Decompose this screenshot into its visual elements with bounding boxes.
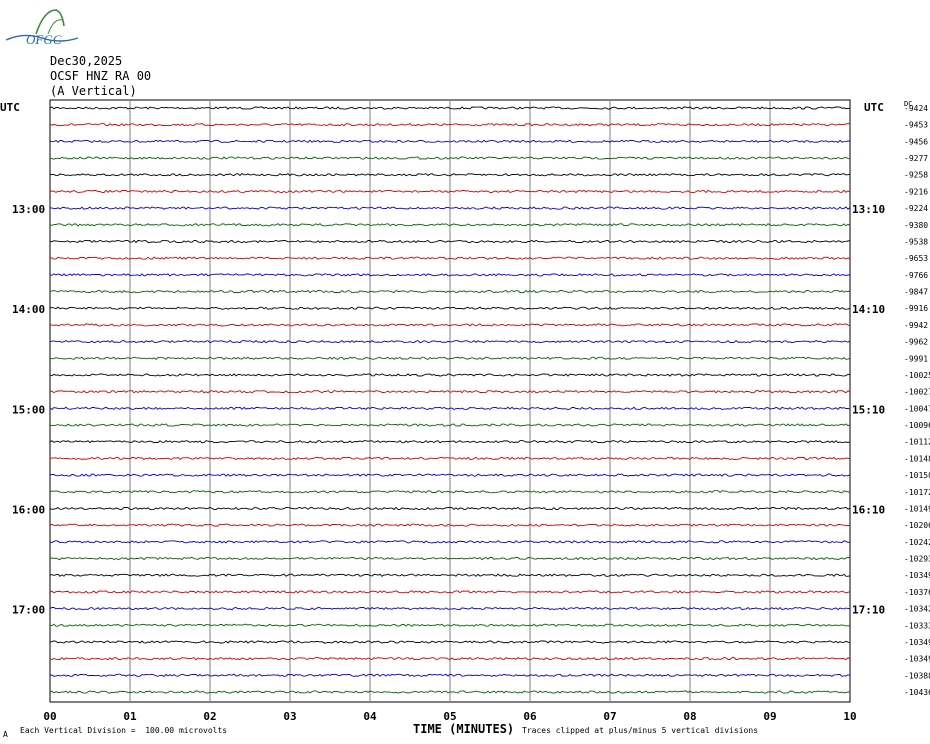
x-tick-label: 04	[363, 710, 377, 723]
dc-offset-label: -10342	[904, 605, 930, 614]
right-utc-label: UTC	[864, 101, 884, 114]
dc-header-label: DC	[904, 100, 912, 108]
left-time-label: 16:00	[12, 503, 45, 516]
dc-offset-label: -9653	[904, 254, 928, 263]
dc-offset-label: -9962	[904, 338, 928, 347]
date-label: Dec30,2025	[50, 54, 123, 68]
dc-offset-label: -10349	[904, 655, 930, 664]
right-time-label: 13:10	[852, 203, 885, 216]
dc-offset-label: -9847	[904, 288, 928, 297]
left-time-label: 14:00	[12, 303, 45, 316]
x-tick-label: 02	[203, 710, 216, 723]
x-tick-label: 03	[283, 710, 296, 723]
right-time-label: 15:10	[852, 403, 885, 416]
seismogram-plot: -9424-9453-9456-9277-9258-9216-9224-9380…	[0, 99, 930, 723]
dc-offset-label: -10172	[904, 488, 930, 497]
clip-note: Traces clipped at plus/minus 5 vertical …	[522, 726, 759, 735]
dc-offset-label: -9916	[904, 304, 928, 313]
left-time-label: 13:00	[12, 203, 45, 216]
right-time-label: 14:10	[852, 303, 885, 316]
dc-offset-label: -9258	[904, 171, 928, 180]
dc-offset-label: -10206	[904, 521, 930, 530]
left-time-label: 17:00	[12, 604, 45, 617]
right-time-label: 17:10	[852, 604, 885, 617]
dc-offset-label: -10112	[904, 438, 930, 447]
dc-offset-label: -10149	[904, 505, 930, 514]
dc-offset-label: -9942	[904, 321, 928, 330]
dc-offset-label: -9216	[904, 187, 928, 196]
dc-offset-label: -9766	[904, 271, 928, 280]
station-label: OCSF HNZ RA 00	[50, 69, 152, 83]
dc-offset-label: -10150	[904, 471, 930, 480]
x-tick-label: 07	[603, 710, 616, 723]
ofgc-logo: OFGC	[5, 9, 79, 46]
dc-offset-label: -10388	[904, 671, 930, 680]
dc-offset-label: -10436	[904, 688, 930, 697]
dc-offset-label: -9538	[904, 238, 928, 247]
dc-offset-label: -9991	[904, 354, 928, 363]
dc-offset-label: -9453	[904, 121, 928, 130]
dc-offset-label: -9456	[904, 137, 928, 146]
dc-offset-label: -9277	[904, 154, 928, 163]
left-utc-label: UTC	[0, 101, 20, 114]
right-time-label: 16:10	[852, 503, 885, 516]
x-tick-label: 00	[43, 710, 56, 723]
dc-offset-label: -9380	[904, 221, 928, 230]
dc-offset-label: -10349	[904, 638, 930, 647]
component-label: (A Vertical)	[50, 84, 137, 98]
x-tick-label: 06	[523, 710, 537, 723]
plot-grid	[49, 99, 851, 703]
corner-mark: A	[3, 730, 8, 739]
logo-text: OFGC	[26, 32, 62, 46]
left-time-label: 15:00	[12, 403, 45, 416]
dc-offset-label: -10096	[904, 421, 930, 430]
x-tick-label: 08	[683, 710, 696, 723]
dc-offset-label: -10293	[904, 555, 930, 564]
dc-offset-label: -10047	[904, 404, 930, 413]
x-tick-label: 10	[843, 710, 856, 723]
dc-offset-label: -10333	[904, 621, 930, 630]
x-tick-label: 09	[763, 710, 776, 723]
dc-offset-label: -10027	[904, 388, 930, 397]
x-axis-title: TIME (MINUTES)	[413, 722, 515, 736]
dc-offset-label: -10242	[904, 538, 930, 547]
dc-offset-label: -10148	[904, 454, 930, 463]
dc-offset-label: -10376	[904, 588, 930, 597]
axis-labels: -9424-9453-9456-9277-9258-9216-9224-9380…	[0, 100, 930, 723]
x-tick-label: 01	[123, 710, 137, 723]
scale-note: Each Vertical Division = 100.00 microvol…	[20, 726, 228, 735]
dc-offset-label: -10025	[904, 371, 930, 380]
dc-offset-label: -9224	[904, 204, 928, 213]
dc-offset-label: -10349	[904, 571, 930, 580]
